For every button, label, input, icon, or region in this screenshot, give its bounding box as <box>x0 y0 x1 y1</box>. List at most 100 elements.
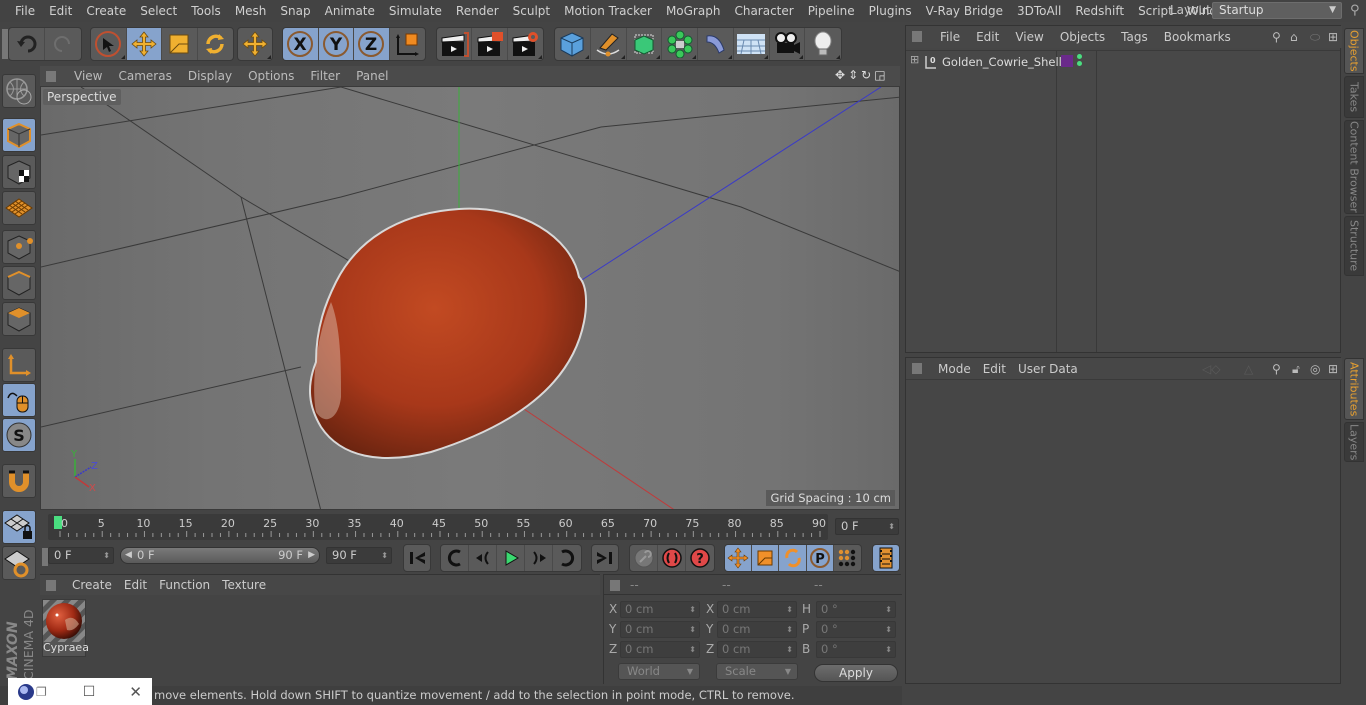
next-keyframe-button[interactable] <box>553 545 581 571</box>
go-to-start-button[interactable] <box>404 545 430 571</box>
menu-render[interactable]: Render <box>449 4 506 18</box>
redo-button[interactable] <box>45 28 81 60</box>
tab-attributes[interactable]: Attributes <box>1344 358 1364 420</box>
pan-icon[interactable]: ✥ <box>835 68 845 82</box>
menu-snap[interactable]: Snap <box>273 4 317 18</box>
cloner-button[interactable] <box>662 28 698 60</box>
attribute-menu-mode[interactable]: Mode <box>932 362 977 376</box>
object-menu-tags[interactable]: Tags <box>1113 30 1156 44</box>
spinner-icon[interactable]: ⬍ <box>885 642 892 657</box>
current-frame-field[interactable]: 0 F ⬍ <box>835 518 899 535</box>
up-arrow-icon[interactable]: △ <box>1244 362 1253 376</box>
timeline-ruler[interactable]: 0 5 10 15 20 25 30 35 40 45 50 55 60 65 70 75 80 85 90 <box>48 514 828 540</box>
model-mode-button[interactable] <box>2 118 36 152</box>
locked-workplane-button[interactable] <box>2 510 36 544</box>
floor-environment-button[interactable] <box>734 28 770 60</box>
next-frame-button[interactable] <box>525 545 553 571</box>
z-axis-lock-button[interactable]: Z <box>354 28 390 60</box>
render-visibility-dot[interactable] <box>1077 61 1082 66</box>
layout-select[interactable]: Startup ▼ <box>1212 2 1342 19</box>
render-settings-button[interactable] <box>508 28 543 60</box>
axis-mode-button[interactable] <box>2 348 36 382</box>
cube-object-button[interactable] <box>555 28 591 60</box>
camera-button[interactable] <box>770 28 806 60</box>
search-icon[interactable]: ⚲ <box>1272 30 1281 44</box>
visibility-icon[interactable]: ⬭ <box>1310 30 1320 45</box>
object-row[interactable]: ⊞ 0 Golden_Cowrie_Shell <box>908 53 1338 71</box>
menu-animate[interactable]: Animate <box>318 4 382 18</box>
viewport-menu-cameras[interactable]: Cameras <box>110 69 179 83</box>
spinner-icon[interactable]: ⬍ <box>888 519 895 534</box>
viewport-menu-options[interactable]: Options <box>240 69 302 83</box>
attribute-menu-user-data[interactable]: User Data <box>1012 362 1084 376</box>
menu-motion-tracker[interactable]: Motion Tracker <box>557 4 659 18</box>
expand-icon[interactable]: ⊞ <box>910 53 919 66</box>
viewport-menu-display[interactable]: Display <box>180 69 240 83</box>
keyframe-selection-button[interactable]: ? <box>686 545 714 571</box>
tab-takes[interactable]: Takes <box>1344 76 1364 118</box>
light-button[interactable] <box>805 28 841 60</box>
menu-3dtoall[interactable]: 3DToAll <box>1010 4 1068 18</box>
y-axis-lock-button[interactable]: Y <box>318 28 354 60</box>
search-icon[interactable]: ⚲ <box>1350 3 1360 18</box>
perspective-viewport[interactable]: Y Z X Perspective Grid Spacing : 10 cm <box>40 86 900 510</box>
maximize-button[interactable]: ☐ <box>83 684 96 700</box>
menu-redshift[interactable]: Redshift <box>1068 4 1131 18</box>
menu-file[interactable]: File <box>8 4 42 18</box>
object-menu-file[interactable]: File <box>932 30 968 44</box>
viewport-menu-panel[interactable]: Panel <box>348 69 396 83</box>
position-z-field[interactable]: 0 cm ⬍ <box>620 641 700 658</box>
menu-character[interactable]: Character <box>727 4 800 18</box>
texture-mode-button[interactable] <box>2 155 36 189</box>
coordinate-space-dropdown[interactable]: World ▼ <box>618 663 700 680</box>
menu-vray-bridge[interactable]: V-Ray Bridge <box>919 4 1010 18</box>
object-menu-bookmarks[interactable]: Bookmarks <box>1156 30 1239 44</box>
points-mode-button[interactable] <box>2 230 36 264</box>
layer-color-tag[interactable] <box>1061 55 1073 67</box>
render-to-picture-viewer-button[interactable] <box>472 28 508 60</box>
live-selection-button[interactable] <box>91 28 127 60</box>
object-menu-view[interactable]: View <box>1007 30 1051 44</box>
tweak-mode-button[interactable] <box>2 383 36 417</box>
scale-tool-button[interactable] <box>162 28 198 60</box>
new-panel-icon[interactable]: ⊞ <box>1328 30 1338 44</box>
render-view-button[interactable] <box>437 28 473 60</box>
scale-key-button[interactable] <box>752 545 780 571</box>
menu-mesh[interactable]: Mesh <box>228 4 274 18</box>
menu-tools[interactable]: Tools <box>184 4 228 18</box>
make-editable-button[interactable] <box>2 74 36 108</box>
object-grip[interactable] <box>912 31 922 42</box>
range-right-arrow-icon[interactable]: ▶ <box>308 548 315 563</box>
viewport-grip[interactable] <box>46 71 56 82</box>
previous-keyframe-button[interactable] <box>441 545 469 571</box>
tab-layers[interactable]: Layers <box>1344 422 1364 462</box>
menu-edit[interactable]: Edit <box>42 4 79 18</box>
position-y-field[interactable]: 0 cm ⬍ <box>620 621 700 638</box>
magnet-button[interactable] <box>2 464 36 498</box>
lock-icon[interactable]: 🔓︎ <box>1292 362 1300 377</box>
max-frame-field[interactable]: 90 F ⬍ <box>326 547 392 564</box>
play-button[interactable] <box>497 545 525 571</box>
rotation-b-field[interactable]: 0 ° ⬍ <box>816 641 896 658</box>
spinner-icon[interactable]: ⬍ <box>885 602 892 617</box>
record-active-button[interactable] <box>630 545 658 571</box>
spinner-icon[interactable]: ⬍ <box>689 622 696 637</box>
menu-select[interactable]: Select <box>133 4 184 18</box>
spinner-icon[interactable]: ⬍ <box>786 642 793 657</box>
spinner-icon[interactable]: ⬍ <box>786 622 793 637</box>
tab-objects[interactable]: Objects <box>1344 28 1364 74</box>
coordinates-grip[interactable] <box>610 580 620 591</box>
tab-structure[interactable]: Structure <box>1344 216 1364 276</box>
size-x-field[interactable]: 0 cm ⬍ <box>717 601 797 618</box>
material-item[interactable]: Cypraea <box>42 599 89 657</box>
parameter-key-button[interactable]: P <box>806 545 834 571</box>
material-grip[interactable] <box>46 580 56 591</box>
spinner-icon[interactable]: ⬍ <box>689 642 696 657</box>
target-icon[interactable]: ◎ <box>1310 362 1320 376</box>
position-key-button[interactable] <box>725 545 753 571</box>
viewport-menu-view[interactable]: View <box>66 69 110 83</box>
restore-icon[interactable]: ❐ <box>36 685 47 699</box>
object-name[interactable]: Golden_Cowrie_Shell <box>942 55 1062 69</box>
size-y-field[interactable]: 0 cm ⬍ <box>717 621 797 638</box>
min-frame-field[interactable]: 0 F ⬍ <box>48 547 114 564</box>
